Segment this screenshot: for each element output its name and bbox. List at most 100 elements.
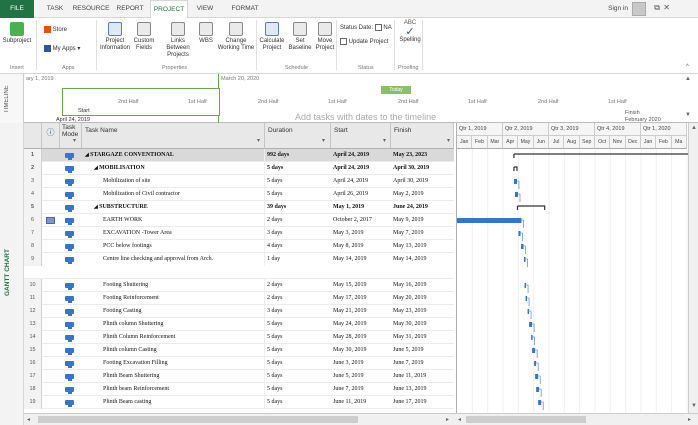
task-bar[interactable] [521,244,524,249]
task-bar[interactable] [529,322,533,327]
my-apps-button[interactable]: My Apps ▾ [44,45,94,53]
summary-bar[interactable] [513,153,688,158]
start-cell[interactable]: June 3, 2019 [331,357,391,370]
duration-cell[interactable]: 2 days [265,292,331,305]
tab-project[interactable]: PROJECT [150,0,188,19]
duration-cell[interactable]: 5 days [265,331,331,344]
row-number[interactable]: 15 [24,344,42,357]
start-cell[interactable]: June 7, 2019 [331,383,391,396]
column-header-start[interactable]: Start [331,123,391,149]
task-mode-cell[interactable] [60,396,82,409]
duration-cell[interactable]: 5 days [265,318,331,331]
finish-cell[interactable]: June 24, 2019 [391,201,454,214]
subproject-button[interactable]: Subproject [2,22,32,45]
task-name-cell[interactable]: Footing Reinforcement [82,292,265,305]
task-bar[interactable] [531,335,533,340]
start-cell[interactable]: April 24, 2019 [331,175,391,188]
finish-cell[interactable]: May 23, 2023 [391,149,454,162]
start-cell[interactable]: October 2, 2017 [331,214,391,227]
row-number[interactable]: 18 [24,383,42,396]
task-name-cell[interactable]: PCC below footings [82,240,265,253]
start-cell[interactable]: May 21, 2019 [331,305,391,318]
row-number[interactable]: 11 [24,292,42,305]
task-bar[interactable] [518,231,521,236]
task-mode-cell[interactable] [60,240,82,253]
links-between-projects-button[interactable]: Links Between Projects [160,22,196,59]
finish-cell[interactable]: June 7, 2019 [391,357,454,370]
column-header-finish[interactable]: Finish [391,123,454,149]
task-mode-cell[interactable] [60,253,82,266]
task-mode-cell[interactable] [60,292,82,305]
move-project-button[interactable]: Move Project [314,22,336,52]
custom-fields-button[interactable]: Custom Fields [132,22,156,52]
table-row[interactable]: 6 EARTH WORK 2 days October 2, 2017 May 9, 2… [24,214,454,227]
row-number[interactable]: 4 [24,188,42,201]
duration-cell[interactable]: 5 days [265,188,331,201]
duration-cell[interactable]: 3 days [265,227,331,240]
duration-cell[interactable]: 3 days [265,305,331,318]
row-number[interactable]: 10 [24,279,42,292]
row-number[interactable]: 16 [24,357,42,370]
start-cell[interactable]: May 8, 2019 [331,240,391,253]
project-information-button[interactable]: Project Information [98,22,132,52]
task-name-cell[interactable]: Plinth column Shuttering [82,318,265,331]
task-bar[interactable] [525,296,528,301]
duration-cell[interactable]: 4 days [265,240,331,253]
scroll-left-icon[interactable]: ◂ [458,416,461,423]
duration-cell[interactable]: 5 days [265,357,331,370]
task-mode-cell[interactable] [60,279,82,292]
task-name-cell[interactable]: Mobilization of Civil contractor [82,188,265,201]
row-number[interactable]: 1 [24,149,42,162]
scroll-right-icon[interactable]: ▸ [446,416,449,423]
start-cell[interactable]: May 15, 2019 [331,279,391,292]
scroll-right-icon[interactable]: ▸ [688,416,691,423]
scroll-thumb[interactable] [466,416,586,423]
finish-cell[interactable]: May 23, 2019 [391,305,454,318]
finish-cell[interactable]: May 14, 2019 [391,253,454,266]
finish-cell[interactable]: May 20, 2019 [391,292,454,305]
task-mode-cell[interactable] [60,344,82,357]
table-row[interactable]: 13 Plinth column Shuttering 5 days May 24, … [24,318,454,331]
status-date-button[interactable]: Status Date: NA [340,24,400,32]
task-bar[interactable] [538,400,542,405]
row-number[interactable]: 7 [24,227,42,240]
task-bar[interactable] [513,179,517,184]
start-cell[interactable]: May 3, 2019 [331,227,391,240]
tab-task[interactable]: TASK [42,0,68,18]
duration-cell[interactable]: 5 days [265,344,331,357]
table-row[interactable]: 12 Footing Casting 3 days May 21, 2019 May 2… [24,305,454,318]
finish-cell[interactable]: June 13, 2019 [391,383,454,396]
finish-cell[interactable]: April 30, 2019 [391,175,454,188]
sign-in-link[interactable]: Sign in [608,5,628,12]
start-cell[interactable]: June 5, 2019 [331,370,391,383]
duration-cell[interactable]: 2 days [265,214,331,227]
vertical-scrollbar[interactable]: ▲ ▼ [688,123,698,413]
duration-cell[interactable]: 5 days [265,162,331,175]
table-row[interactable]: 17 Plinth Beam Shuttering 5 days June 5, 20… [24,370,454,383]
finish-cell[interactable]: June 17, 2019 [391,396,454,409]
table-row[interactable]: 7 EXCAVATION -Tower Area 3 days May 3, 2019… [24,227,454,240]
table-row[interactable]: 18 Plinth beam Reinforcement 5 days June 7,… [24,383,454,396]
start-cell[interactable]: April 24, 2019 [331,149,391,162]
table-row[interactable]: 16 Footing Excavation Filling 5 days June 3… [24,357,454,370]
task-bar[interactable] [524,257,526,262]
table-row[interactable]: 3 Mobilization of site 5 days April 24, 201… [24,175,454,188]
tab-file[interactable]: FILE [0,0,34,18]
task-name-cell[interactable]: Mobilization of site [82,175,265,188]
finish-cell[interactable]: May 2, 2019 [391,188,454,201]
set-baseline-button[interactable]: Set Baseline [286,22,314,52]
row-number[interactable]: 8 [24,240,42,253]
start-cell[interactable]: May 1, 2019 [331,201,391,214]
task-mode-cell[interactable] [60,149,82,162]
table-row[interactable]: 10 Footing Shuttering 2 days May 15, 2019 Ma… [24,279,454,292]
task-name-cell[interactable]: ◢ MOBILISATION [82,162,265,175]
column-header-name[interactable]: Task Name [82,123,265,149]
task-mode-cell[interactable] [60,383,82,396]
task-bar[interactable] [514,192,518,197]
finish-cell[interactable]: May 31, 2019 [391,331,454,344]
calculate-project-button[interactable]: Calculate Project [258,22,286,52]
table-row[interactable]: 4 Mobilization of Civil contractor 5 days A… [24,188,454,201]
scroll-left-icon[interactable]: ◂ [27,416,30,423]
start-cell[interactable]: May 24, 2019 [331,318,391,331]
row-number[interactable]: 17 [24,370,42,383]
